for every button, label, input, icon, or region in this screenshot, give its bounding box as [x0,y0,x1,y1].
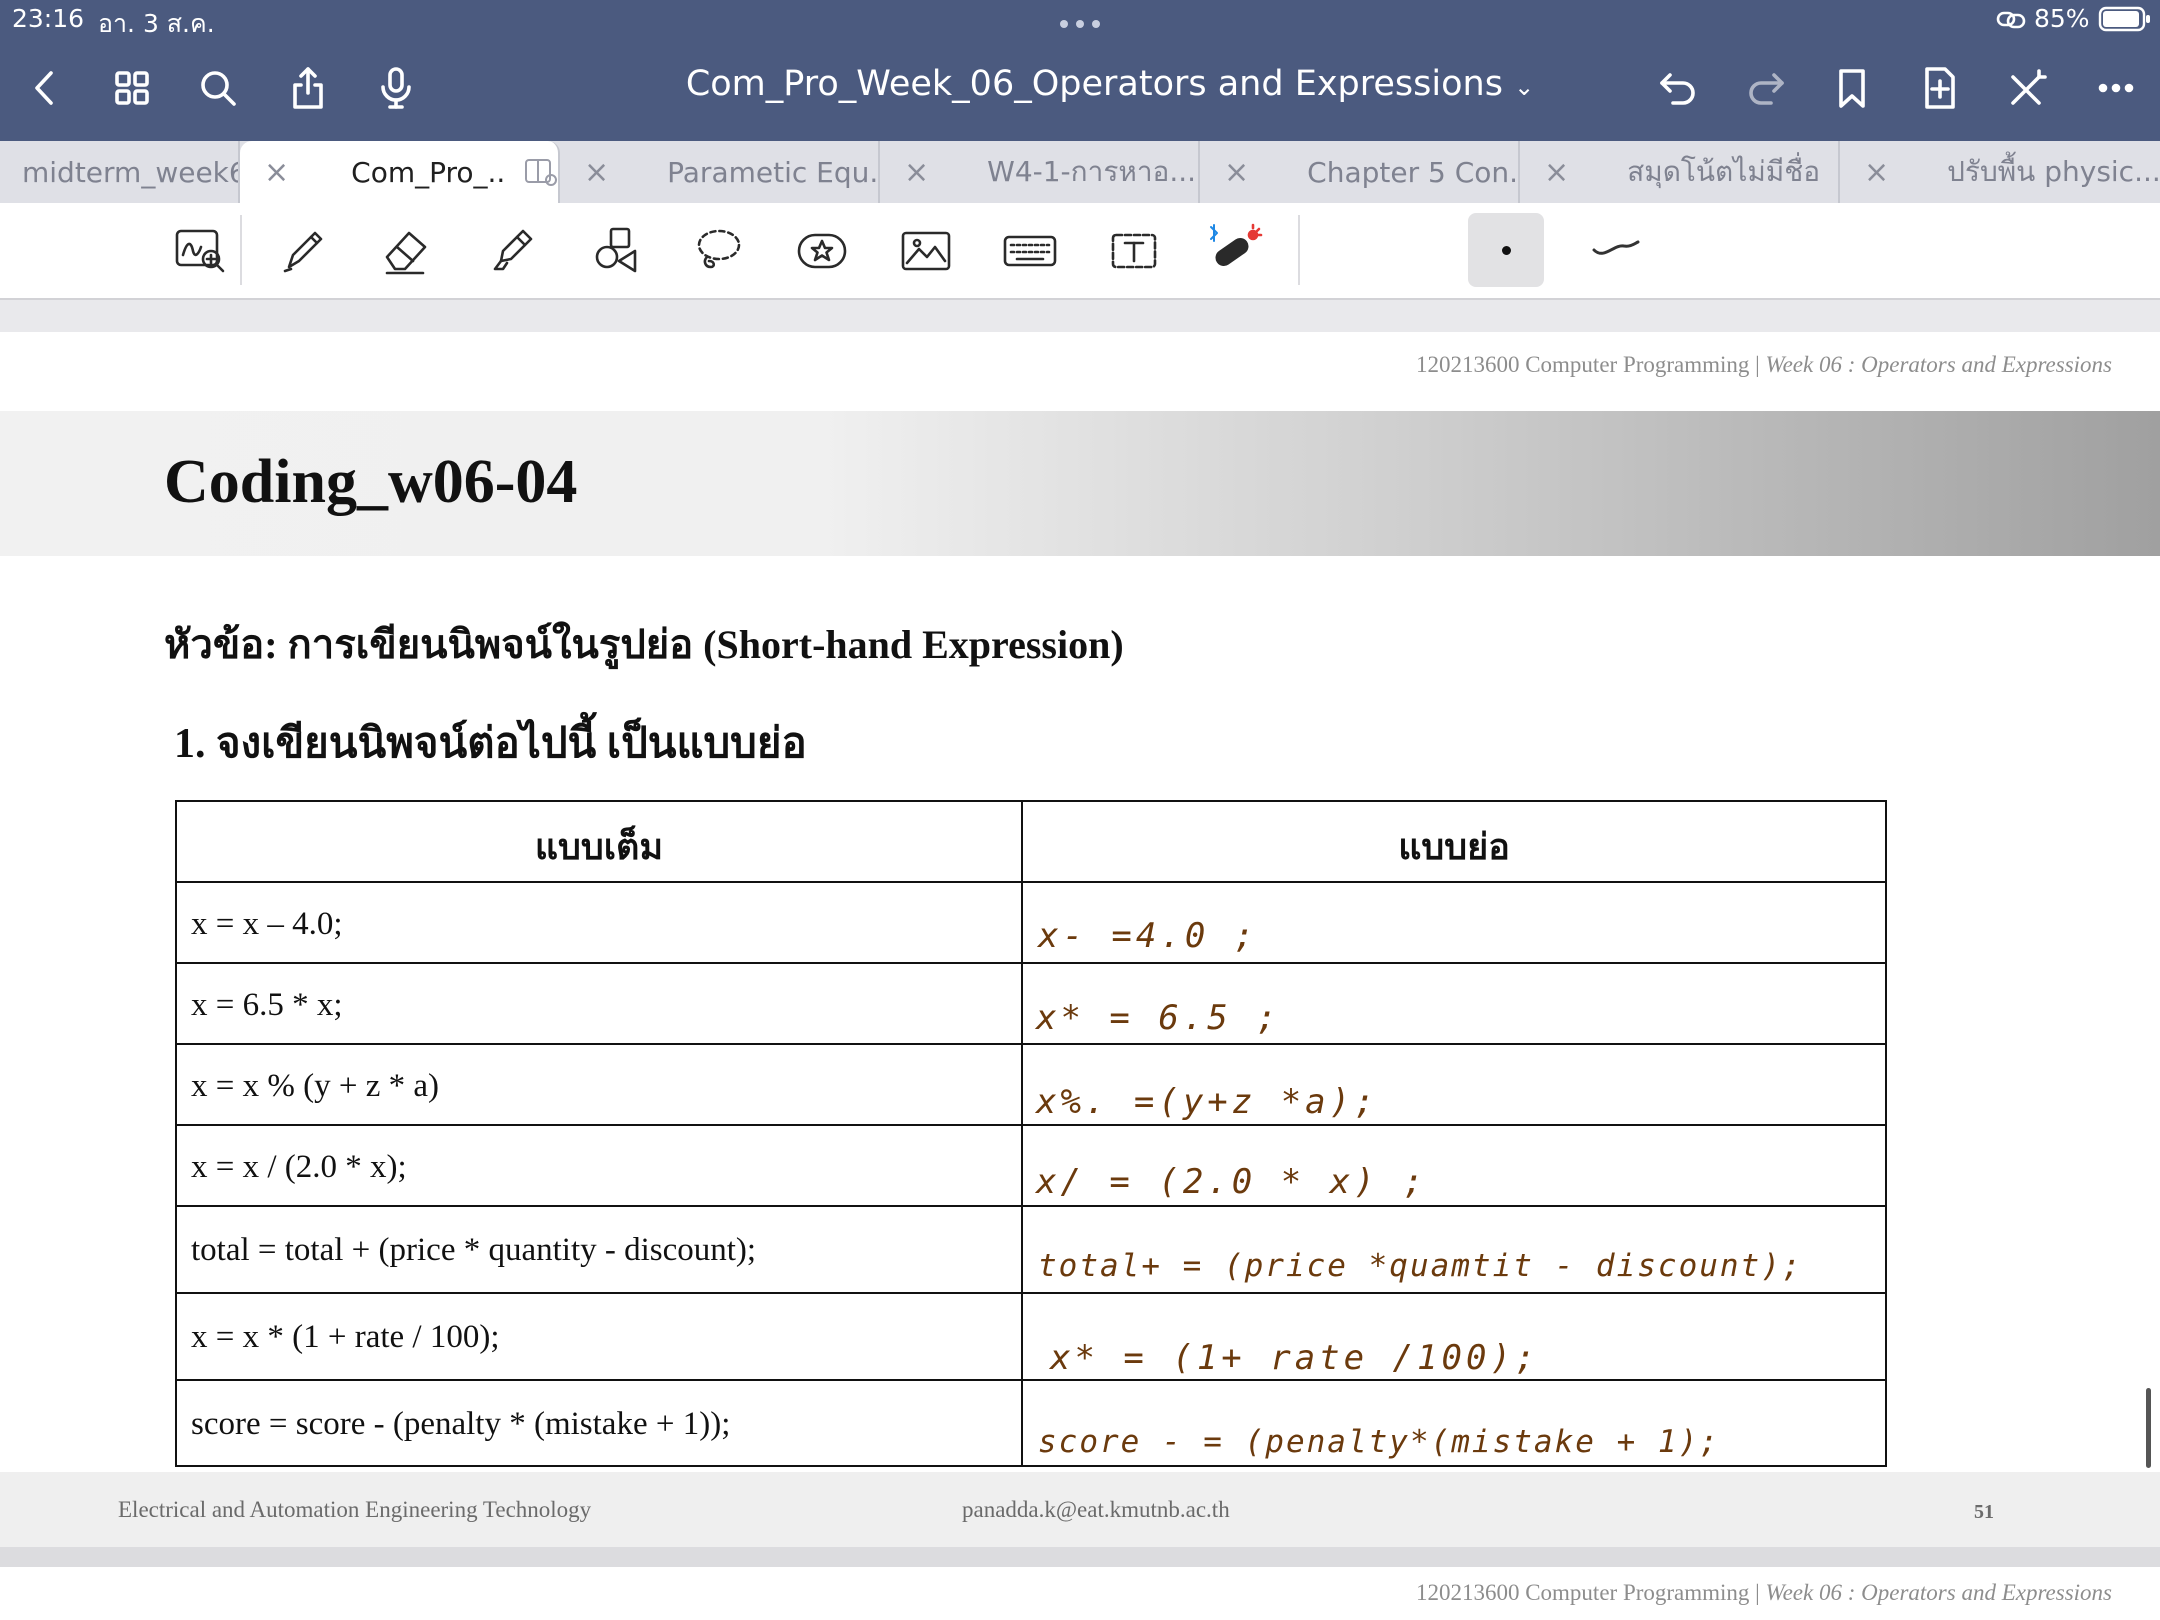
table-divider [175,962,1887,964]
tab-w4-1[interactable]: × W4-1-การหาอ... [880,141,1200,203]
slide-title: Coding_w06-04 [164,448,578,516]
table-header-short: แบบย่อ [1398,827,1510,867]
scrollbar[interactable] [2146,1388,2151,1468]
tab-label: Com_Pro_... [351,155,506,189]
close-icon[interactable]: × [904,155,929,190]
footer-email: panadda.k@eat.kmutnb.ac.th [962,1497,1230,1522]
header-course: 120213600 Computer Programming | [1415,352,1766,377]
table-divider [175,1379,1887,1381]
sticker-icon[interactable] [784,212,860,288]
footer-department: Electrical and Automation Engineering Te… [118,1497,592,1522]
table-divider [175,1124,1887,1126]
multitask-dots-icon[interactable] [1058,14,1102,28]
header-course: 120213600 Computer Programming | [1415,1580,1766,1605]
tab-untitled-notebook[interactable]: × สมุดโน้ตไม่มีชื่อ [1520,141,1840,203]
table-cell-full: total = total + (price * quantity - disc… [191,1232,757,1268]
tab-physics[interactable]: × ปรับพื้น physic... [1840,141,2160,203]
close-icon[interactable]: × [1544,155,1569,190]
table-header-full: แบบเต็ม [534,827,664,867]
eraser-icon[interactable] [368,212,444,288]
text-box-icon[interactable] [1096,212,1172,288]
page-gap [0,1547,2160,1567]
lasso-icon[interactable] [680,212,756,288]
pen-stroke-style-icon[interactable] [1590,232,1640,262]
handwritten-answer: total+ = (price *quamtit - discount); [1038,1248,1803,1284]
highlighter-icon[interactable] [474,212,550,288]
table-cell-full: x = x – 4.0; [191,906,343,942]
pen-size-dot-icon [1502,246,1511,255]
tab-label: Chapter 5 Con... [1307,155,1518,189]
image-icon[interactable] [888,212,964,288]
tab-parametic[interactable]: × Parametic Equ... [560,141,880,203]
handwritten-answer: score - = (penalty*(mistake + 1); [1038,1424,1720,1460]
handwritten-answer: x* = 6.5 ; [1036,998,1281,1038]
table-divider [175,1205,1887,1207]
battery-icon [2098,6,2152,32]
tab-label: Parametic Equ... [667,155,878,189]
battery-percent: 85% [2034,4,2090,33]
toolbar-divider [1298,215,1300,285]
table-cell-full: x = x * (1 + rate / 100); [191,1319,500,1355]
toolbar-divider [240,215,242,285]
tab-label: สมุดโน้ตไม่มีชื่อ [1627,155,1821,188]
add-page-icon[interactable] [1910,58,1970,118]
tab-label: midterm_week6 [22,155,238,189]
topic-heading: หัวข้อ: การเขียนนิพจน์ในรูปย่อ (Short-ha… [164,622,1124,667]
search-icon[interactable] [188,58,248,118]
document-title[interactable]: Com_Pro_Week_06_Operators and Expression… [660,64,1560,104]
table-divider [175,881,1887,883]
bookmark-icon[interactable] [1822,58,1882,118]
question-text: 1. จงเขียนนิพจน์ต่อไปนี้ เป็นแบบย่อ [174,721,807,767]
table-cell-full: x = 6.5 * x; [191,987,343,1023]
tab-chapter-5[interactable]: × Chapter 5 Con... [1200,141,1520,203]
pen-size-button[interactable] [1468,213,1544,287]
back-icon[interactable] [14,58,74,118]
keyboard-icon[interactable] [992,212,1068,288]
chevron-down-icon: ⌄ [1514,73,1535,101]
tab-midterm-week6[interactable]: midterm_week6 [0,141,240,203]
split-view-icon[interactable] [524,157,558,187]
table-cell-full: score = score - (penalty * (mistake + 1)… [191,1406,731,1442]
expression-table [175,800,1887,1467]
link-icon [1996,8,2026,32]
tools-icon[interactable] [1998,58,2058,118]
status-time: 23:16 [12,4,85,33]
redo-icon[interactable] [1736,58,1796,118]
close-icon[interactable]: × [1224,155,1249,190]
handwritten-answer: x/ = (2.0 * x) ; [1036,1162,1428,1202]
table-divider [1021,800,1023,1467]
header-week: Week 06 : Operators and Expressions [1765,352,2112,377]
more-icon[interactable] [2086,58,2146,118]
undo-icon[interactable] [1648,58,1708,118]
header-week: Week 06 : Operators and Expressions [1765,1580,2112,1605]
microphone-icon[interactable] [366,58,426,118]
laser-pointer-icon[interactable] [1196,212,1272,288]
share-icon[interactable] [278,58,338,118]
close-icon[interactable]: × [584,155,609,190]
pen-icon[interactable] [266,212,342,288]
handwriting-zoom-icon[interactable] [162,212,238,288]
close-icon[interactable]: × [264,155,289,190]
page-number: 51 [1974,1501,1994,1523]
page-header: 120213600 Computer Programming | Week 06… [1416,1580,2112,1606]
table-cell-full: x = x % (y + z * a) [191,1068,439,1104]
handwritten-answer: x%. =(y+z *a); [1036,1082,1379,1122]
tab-label: ปรับพื้น physic... [1947,155,2160,188]
table-divider [175,1043,1887,1045]
close-icon[interactable]: × [1864,155,1889,190]
handwritten-answer: x* = (1+ rate /100); [1050,1338,1540,1378]
table-divider [175,1292,1887,1294]
table-cell-full: x = x / (2.0 * x); [191,1149,407,1185]
handwritten-answer: x- =4.0 ; [1038,916,1259,956]
tab-label: W4-1-การหาอ... [987,155,1197,188]
tab-com-pro[interactable]: × Com_Pro_... [240,141,560,203]
document-title-text: Com_Pro_Week_06_Operators and Expression… [685,64,1503,104]
shapes-icon[interactable] [578,212,654,288]
page-header: 120213600 Computer Programming | Week 06… [1416,352,2112,378]
grid-view-icon[interactable] [102,58,162,118]
status-date: อา. 3 ส.ค. [98,9,215,38]
